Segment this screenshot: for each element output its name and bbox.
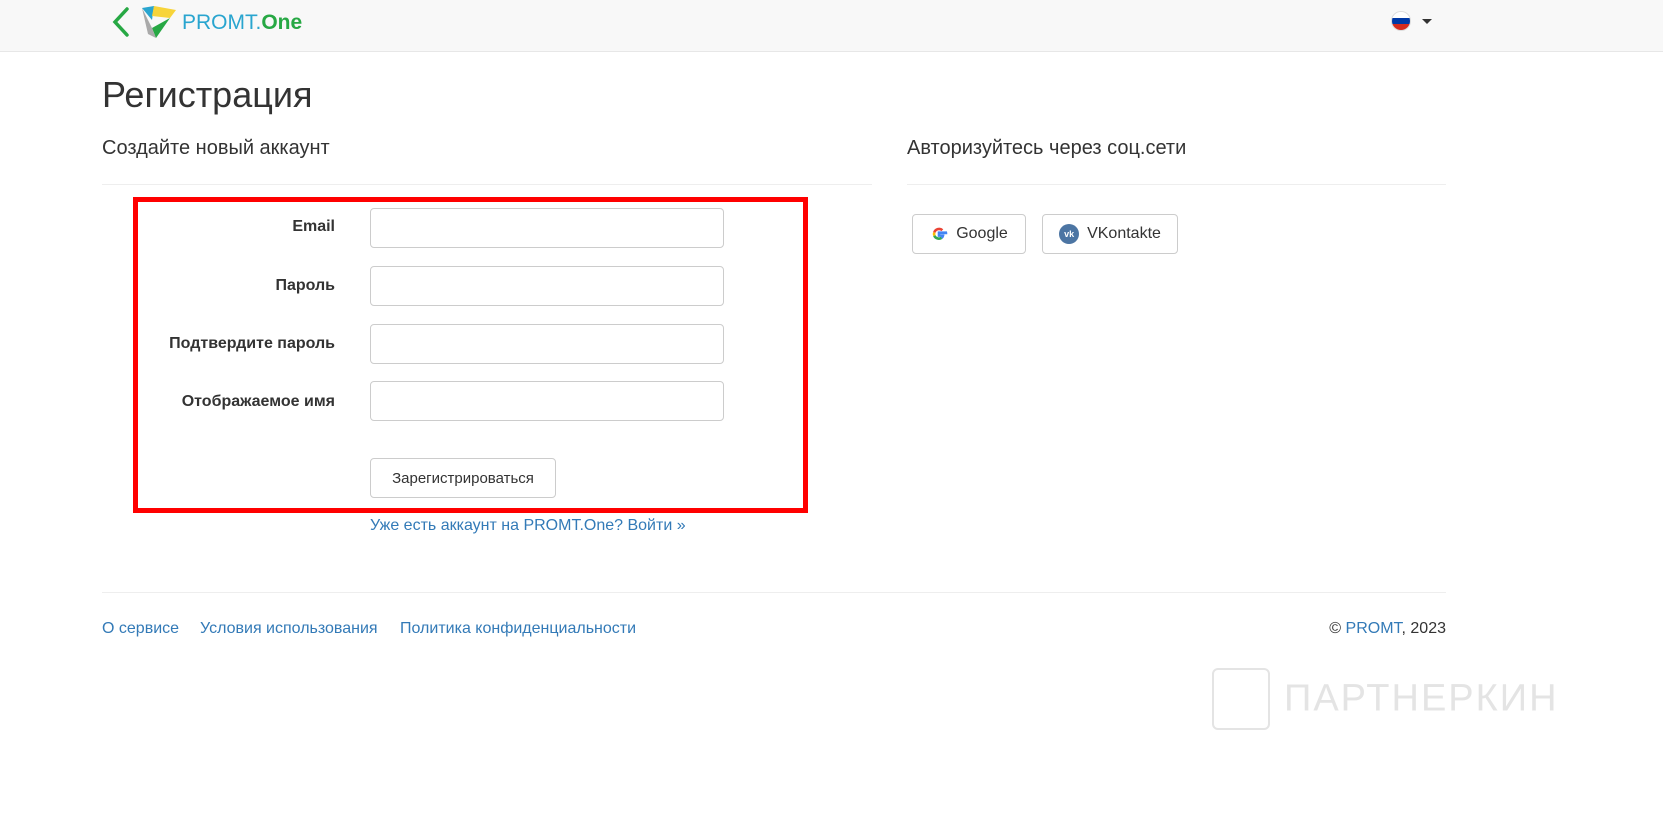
login-link[interactable]: Уже есть аккаунт на PROMT.One? Войти » (370, 517, 686, 535)
russian-flag-icon[interactable] (1391, 11, 1411, 31)
email-label: Email (292, 218, 335, 235)
display-name-input[interactable] (370, 381, 724, 421)
divider (102, 184, 872, 185)
watermark: ПАРТНЕРКИН (1212, 668, 1559, 730)
vk-login-button[interactable]: vk VKontakte (1042, 214, 1178, 254)
brand-name[interactable]: PROMT.One (182, 11, 302, 35)
vk-icon: vk (1059, 224, 1080, 244)
top-navbar: PROMT.One (0, 0, 1663, 52)
footer-link-privacy[interactable]: Политика конфиденциальности (400, 620, 636, 638)
brand-main: PROMT. (182, 11, 262, 34)
register-button[interactable]: Зарегистрироваться (370, 458, 556, 498)
footer-divider (102, 592, 1446, 593)
google-login-button[interactable]: Google (912, 214, 1026, 254)
confirm-password-input[interactable] (370, 324, 724, 364)
footer-link-terms[interactable]: Условия использования (200, 620, 378, 638)
footer-link-about[interactable]: О сервисе (102, 620, 179, 638)
confirm-password-label: Подтвердите пароль (169, 335, 335, 352)
password-label: Пароль (275, 277, 335, 294)
form-subtitle: Создайте новый аккаунт (102, 137, 330, 159)
promt-logo-icon[interactable] (140, 4, 178, 40)
back-chevron-icon[interactable] (110, 6, 132, 38)
vk-label: VKontakte (1087, 225, 1161, 242)
copyright-symbol: © (1329, 620, 1342, 637)
email-input[interactable] (370, 208, 724, 248)
brand-accent: One (261, 11, 303, 34)
password-input[interactable] (370, 266, 724, 306)
google-icon (932, 227, 948, 240)
copyright-year: , 2023 (1401, 620, 1446, 637)
copyright: © PROMT, 2023 (1329, 620, 1446, 638)
social-title: Авторизуйтесь через соц.сети (907, 137, 1187, 159)
display-name-label: Отображаемое имя (181, 393, 335, 410)
google-label: Google (956, 225, 1008, 242)
watermark-logo-icon (1212, 668, 1270, 730)
divider (907, 184, 1446, 185)
caret-down-icon[interactable] (1422, 19, 1432, 24)
watermark-text: ПАРТНЕРКИН (1284, 677, 1559, 720)
page-title: Регистрация (102, 74, 313, 115)
company-link[interactable]: PROMT (1346, 620, 1402, 637)
